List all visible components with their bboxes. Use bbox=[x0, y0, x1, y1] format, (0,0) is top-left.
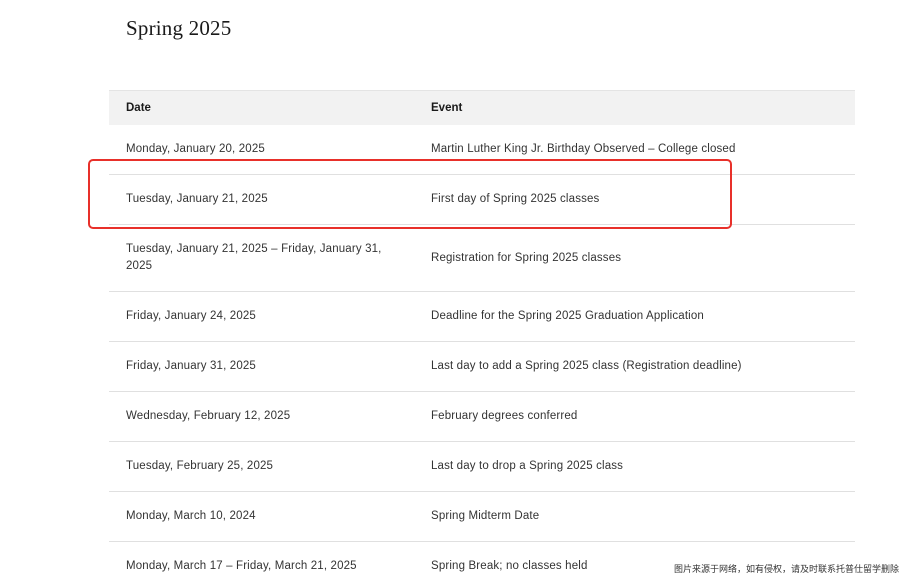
date-column-header: Date bbox=[109, 90, 414, 125]
table-row: Friday, January 31, 2025 Last day to add… bbox=[109, 341, 855, 392]
watermark-text: 图片来源于网络，如有侵权，请及时联系托普仕留学删除 bbox=[672, 562, 900, 575]
event-column-header: Event bbox=[414, 90, 855, 125]
table-row: Tuesday, January 21, 2025 First day of S… bbox=[109, 174, 855, 225]
date-cell: Tuesday, January 21, 2025 bbox=[109, 174, 414, 225]
table-row: Monday, January 20, 2025 Martin Luther K… bbox=[109, 125, 855, 175]
event-cell: February degrees conferred bbox=[414, 391, 855, 442]
table-row: Tuesday, February 25, 2025 Last day to d… bbox=[109, 441, 855, 492]
date-cell: Monday, March 10, 2024 bbox=[109, 491, 414, 542]
date-cell: Tuesday, February 25, 2025 bbox=[109, 441, 414, 492]
date-cell: Tuesday, January 21, 2025 – Friday, Janu… bbox=[109, 224, 414, 292]
table-row: Tuesday, January 21, 2025 – Friday, Janu… bbox=[109, 224, 855, 292]
event-cell: Deadline for the Spring 2025 Graduation … bbox=[414, 291, 855, 342]
date-cell: Monday, March 17 – Friday, March 21, 202… bbox=[109, 541, 414, 580]
date-cell: Friday, January 31, 2025 bbox=[109, 341, 414, 392]
table-row: Monday, March 10, 2024 Spring Midterm Da… bbox=[109, 491, 855, 542]
table-row: Friday, January 24, 2025 Deadline for th… bbox=[109, 291, 855, 342]
date-cell: Friday, January 24, 2025 bbox=[109, 291, 414, 342]
event-cell: First day of Spring 2025 classes bbox=[414, 174, 855, 225]
table-header-row: Date Event bbox=[109, 90, 855, 125]
event-cell: Last day to add a Spring 2025 class (Reg… bbox=[414, 341, 855, 392]
event-cell: Martin Luther King Jr. Birthday Observed… bbox=[414, 125, 855, 175]
event-cell: Spring Midterm Date bbox=[414, 491, 855, 542]
event-cell: Registration for Spring 2025 classes bbox=[414, 224, 855, 292]
academic-calendar-table: Date Event Monday, January 20, 2025 Mart… bbox=[109, 90, 855, 580]
page-title: Spring 2025 bbox=[126, 16, 232, 40]
event-cell: Last day to drop a Spring 2025 class bbox=[414, 441, 855, 492]
table-row: Wednesday, February 12, 2025 February de… bbox=[109, 391, 855, 442]
date-cell: Monday, January 20, 2025 bbox=[109, 125, 414, 175]
date-cell: Wednesday, February 12, 2025 bbox=[109, 391, 414, 442]
